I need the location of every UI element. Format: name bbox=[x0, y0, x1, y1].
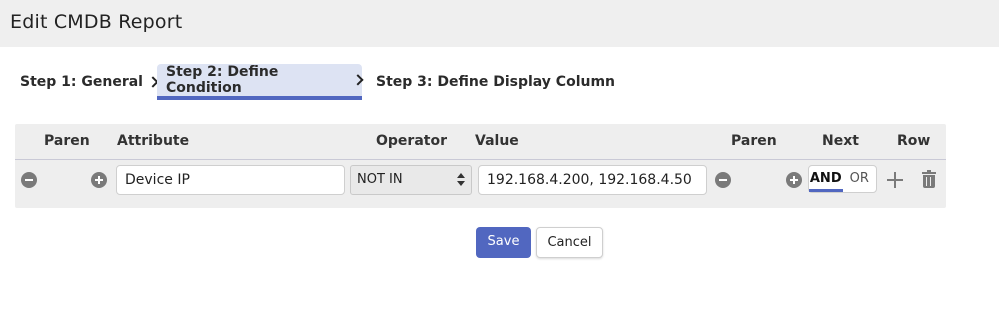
column-header-paren-close: Paren bbox=[731, 133, 777, 149]
condition-row: Device IP NOT IN 192.168.4.200, 192.168.… bbox=[15, 161, 946, 208]
value-field[interactable]: 192.168.4.200, 192.168.4.50 bbox=[478, 165, 707, 195]
step-label: Step 1: General bbox=[20, 74, 143, 90]
condition-panel: Paren Attribute Operator Value Paren Nex… bbox=[15, 124, 946, 208]
condition-table-header: Paren Attribute Operator Value Paren Nex… bbox=[15, 124, 946, 160]
column-header-paren-open: Paren bbox=[44, 133, 90, 149]
column-header-value: Value bbox=[475, 133, 519, 149]
next-operator-toggle: AND OR bbox=[808, 165, 877, 193]
column-header-next: Next bbox=[822, 133, 859, 149]
add-row-icon[interactable] bbox=[887, 172, 903, 188]
save-button[interactable]: Save bbox=[476, 227, 531, 258]
add-open-paren-icon[interactable] bbox=[91, 172, 107, 188]
select-arrows-icon bbox=[457, 173, 465, 187]
page-title: Edit CMDB Report bbox=[10, 11, 183, 33]
attribute-field[interactable]: Device IP bbox=[116, 165, 345, 195]
column-header-attribute: Attribute bbox=[117, 133, 190, 149]
cancel-button[interactable]: Cancel bbox=[536, 227, 603, 258]
step-label: Step 3: Define Display Column bbox=[376, 74, 616, 90]
column-header-operator: Operator bbox=[376, 133, 447, 149]
remove-open-paren-icon[interactable] bbox=[21, 172, 37, 188]
operator-select[interactable]: NOT IN bbox=[350, 165, 472, 195]
step-general-tab[interactable]: Step 1: General bbox=[20, 64, 159, 100]
chevron-right-icon bbox=[352, 74, 364, 86]
wizard-steps: Step 1: General Step 2: Define Condition… bbox=[0, 64, 999, 100]
trash-icon[interactable] bbox=[922, 170, 936, 188]
next-and-option[interactable]: AND bbox=[809, 166, 843, 192]
step-label: Step 2: Define Condition bbox=[166, 64, 279, 96]
add-close-paren-icon[interactable] bbox=[786, 172, 802, 188]
remove-close-paren-icon[interactable] bbox=[715, 172, 731, 188]
next-or-option[interactable]: OR bbox=[843, 166, 877, 192]
column-header-row: Row bbox=[897, 133, 931, 149]
step-define-display-column-tab[interactable]: Step 3: Define Display Column bbox=[376, 64, 615, 100]
operator-value: NOT IN bbox=[357, 172, 403, 187]
title-bar: Edit CMDB Report bbox=[0, 0, 999, 47]
step-define-condition-tab[interactable]: Step 2: Define Condition bbox=[157, 64, 364, 100]
